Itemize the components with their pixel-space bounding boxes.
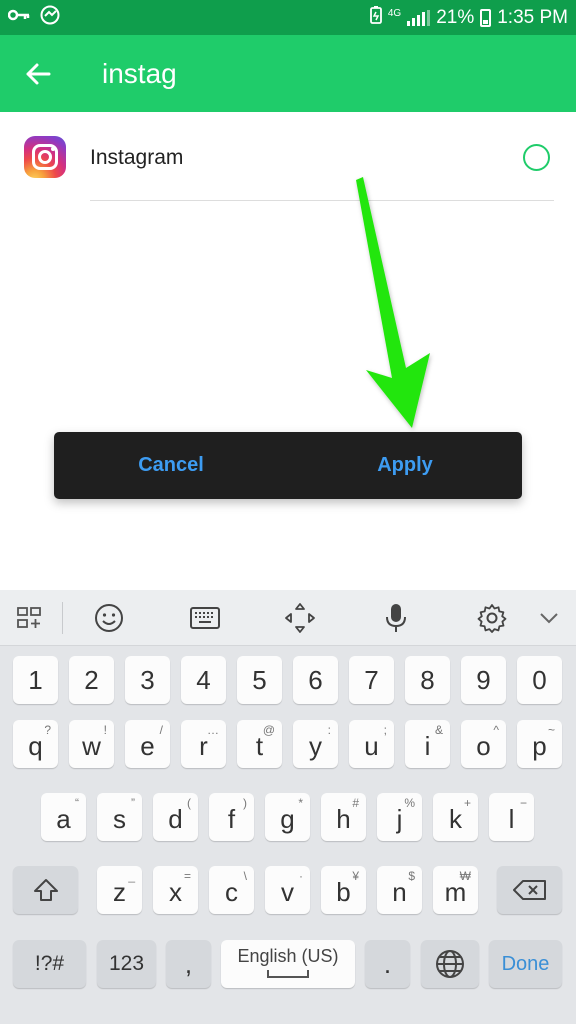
key-u[interactable]: ; u	[349, 720, 394, 768]
key-q[interactable]: ? q	[13, 720, 58, 768]
key-5[interactable]: 5	[237, 656, 282, 704]
clock: 1:35 PM	[497, 6, 568, 28]
key-e[interactable]: / e	[125, 720, 170, 768]
key-v[interactable]: · v	[265, 866, 310, 914]
emoji-icon[interactable]	[81, 590, 137, 646]
space-key[interactable]: English (US)	[221, 940, 355, 988]
done-key[interactable]: Done	[489, 940, 562, 988]
key-f[interactable]: ) f	[209, 793, 254, 841]
list-item[interactable]: Instagram	[0, 112, 576, 202]
apps-icon[interactable]	[3, 590, 59, 646]
key-t[interactable]: @ t	[237, 720, 282, 768]
key-c[interactable]: \ c	[209, 866, 254, 914]
shift-key[interactable]	[13, 866, 78, 914]
symbols-key[interactable]: !?#	[13, 940, 86, 988]
numbers-key[interactable]: 123	[97, 940, 156, 988]
key-w[interactable]: ! w	[69, 720, 114, 768]
annotation-arrow-icon	[356, 177, 430, 428]
key-d[interactable]: (d	[153, 793, 198, 841]
key-2[interactable]: 2	[69, 656, 114, 704]
key-i[interactable]: & i	[405, 720, 450, 768]
back-button[interactable]	[0, 35, 76, 112]
cursor-move-icon[interactable]	[272, 590, 328, 646]
key-a[interactable]: “a	[41, 793, 86, 841]
keyboard: 1 2 3 4 5 6 7 8 9 0 ? q ! w / e … r @ t :y ; u…	[0, 590, 576, 1024]
battery-icon	[480, 8, 492, 27]
back-arrow-icon	[26, 63, 51, 84]
space-icon	[267, 970, 309, 978]
key-b[interactable]: ¥ b	[321, 866, 366, 914]
key-4[interactable]: 4	[181, 656, 226, 704]
battery-saver-icon	[369, 5, 382, 30]
key-z[interactable]: _ z	[97, 866, 142, 914]
key-n[interactable]: $ n	[377, 866, 422, 914]
key-8[interactable]: 8	[405, 656, 450, 704]
key-9[interactable]: 9	[461, 656, 506, 704]
chevron-down-icon[interactable]	[521, 590, 576, 646]
key-l[interactable]: − l	[489, 793, 534, 841]
apply-button[interactable]: Apply	[288, 432, 522, 499]
keyboard-toolbar	[0, 590, 576, 646]
period-key[interactable]: .	[365, 940, 410, 988]
network-type: 4G	[387, 7, 402, 19]
search-app-bar: instag	[0, 35, 576, 112]
signal-icon	[407, 9, 431, 26]
instagram-icon	[24, 136, 66, 178]
app-name: Instagram	[90, 146, 184, 169]
cancel-button[interactable]: Cancel	[54, 432, 288, 499]
key-h[interactable]: # h	[321, 793, 366, 841]
key-p[interactable]: ~ p	[517, 720, 562, 768]
key-y[interactable]: :y	[293, 720, 338, 768]
key-x[interactable]: = x	[153, 866, 198, 914]
globe-icon	[436, 950, 464, 978]
status-bar: 4G 21% 1:35 PM	[0, 0, 576, 35]
key-m[interactable]: ₩ m	[433, 866, 478, 914]
key-g[interactable]: * g	[265, 793, 310, 841]
settings-icon[interactable]	[464, 590, 520, 646]
toolbar-separator	[62, 602, 63, 634]
key-k[interactable]: + k	[433, 793, 478, 841]
app-notification-icon	[40, 5, 60, 30]
key-0[interactable]: 0	[517, 656, 562, 704]
key-r[interactable]: … r	[181, 720, 226, 768]
key-s[interactable]: ” s	[97, 793, 142, 841]
key-7[interactable]: 7	[349, 656, 394, 704]
mic-icon[interactable]	[368, 590, 424, 646]
search-input[interactable]: instag	[102, 58, 177, 90]
key-6[interactable]: 6	[293, 656, 338, 704]
vpn-key-icon	[7, 8, 30, 27]
language-key[interactable]	[421, 940, 479, 988]
action-bar: Cancel Apply	[54, 432, 522, 499]
backspace-icon	[512, 880, 546, 900]
comma-key[interactable]: ,	[166, 940, 211, 988]
key-1[interactable]: 1	[13, 656, 58, 704]
shift-icon	[33, 879, 58, 901]
key-j[interactable]: % j	[377, 793, 422, 841]
keyboard-icon[interactable]	[177, 590, 233, 646]
backspace-key[interactable]	[497, 866, 562, 914]
space-label: English (US)	[237, 946, 339, 966]
divider	[90, 200, 554, 201]
battery-percent: 21%	[436, 6, 475, 28]
select-radio[interactable]	[523, 144, 550, 171]
key-3[interactable]: 3	[125, 656, 170, 704]
key-o[interactable]: ^ o	[461, 720, 506, 768]
